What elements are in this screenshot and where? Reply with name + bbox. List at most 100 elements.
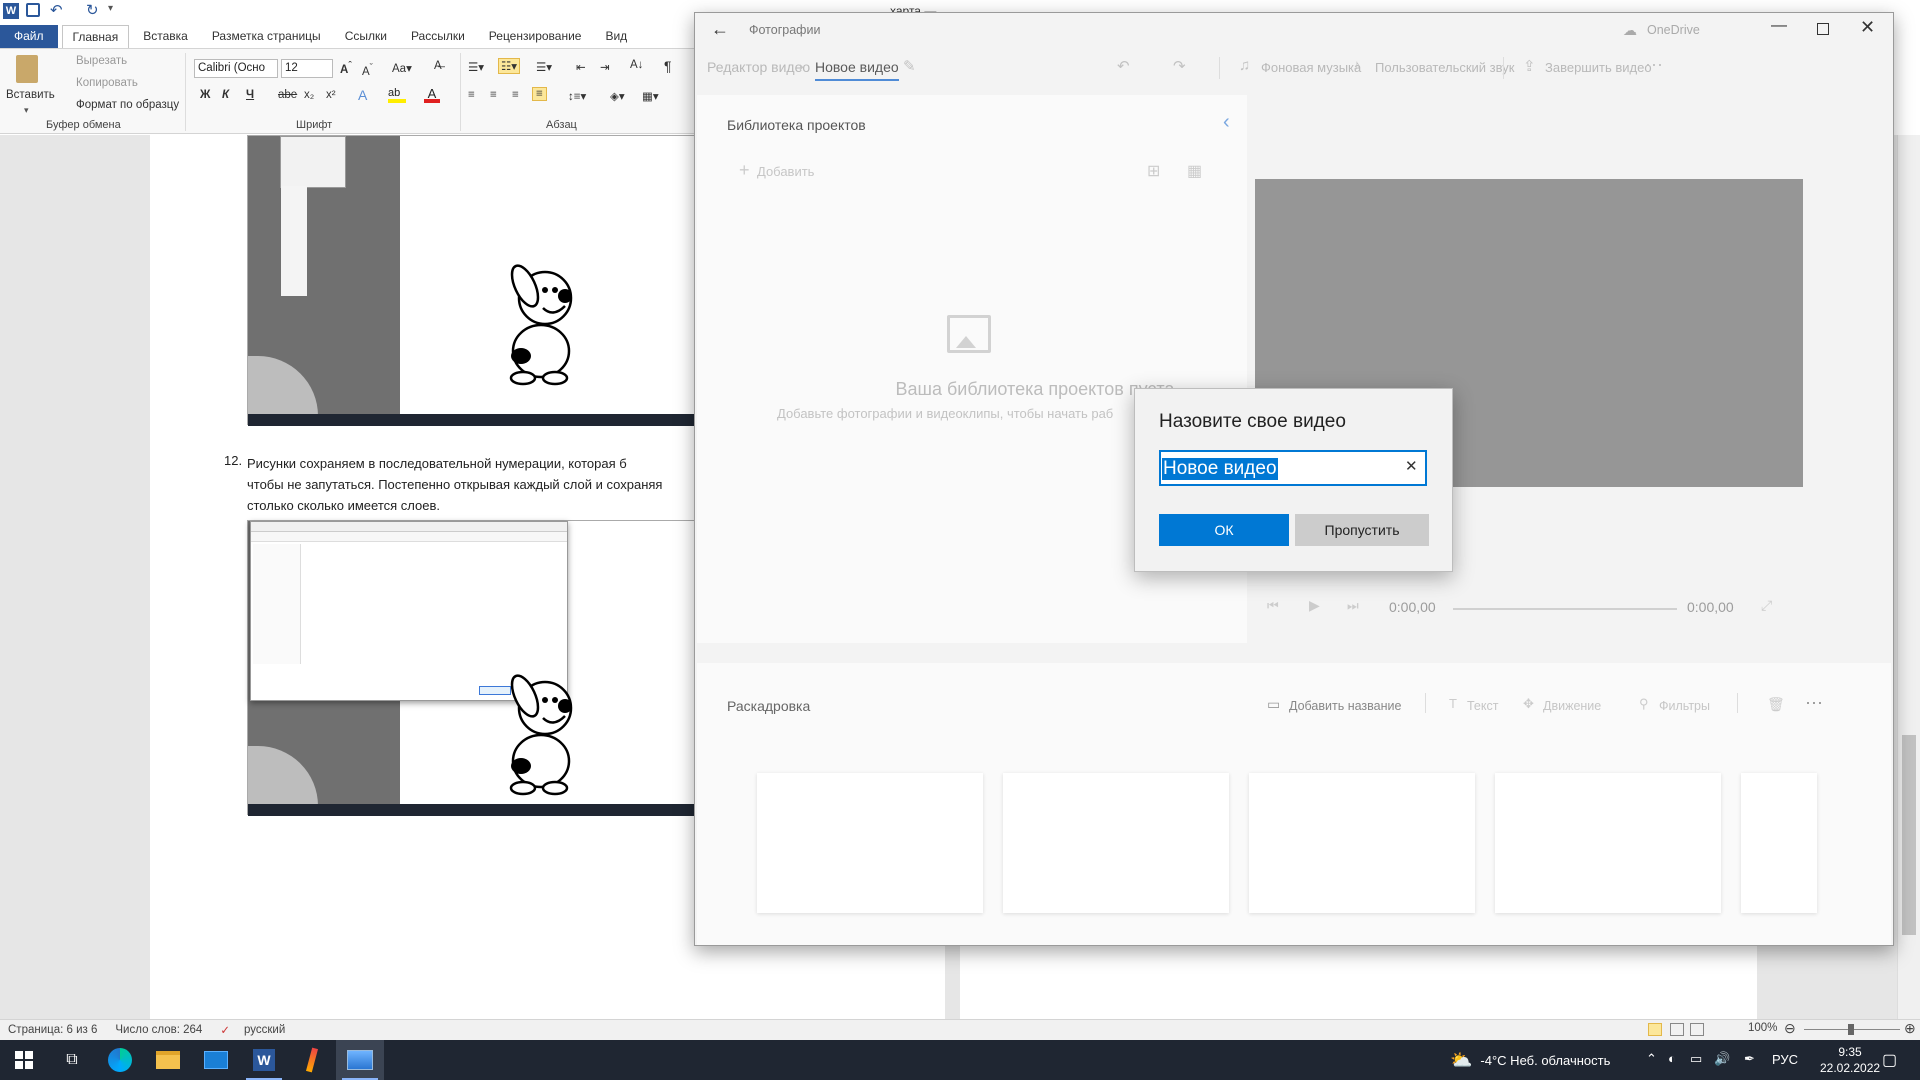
storyboard-slot[interactable] [757,773,983,913]
storyboard-slot[interactable] [1003,773,1229,913]
tab-file[interactable]: Файл [0,25,58,48]
add-title-card-button[interactable]: Добавить название [1289,699,1401,713]
storyboard-slot[interactable] [1741,773,1817,913]
align-left-icon[interactable]: ≡ [468,89,475,101]
start-button[interactable] [0,1040,48,1080]
zoom-slider-handle[interactable] [1848,1024,1854,1035]
add-media-button[interactable]: Добавить [757,164,814,179]
decrease-indent-icon[interactable]: ⇤ [576,60,586,74]
proofing-icon[interactable]: ✓ [220,1023,230,1037]
font-color-icon[interactable]: A [424,86,440,103]
text-icon[interactable]: T [1449,696,1457,711]
document-paragraph[interactable]: Рисунки сохраняем в последовательной нум… [247,453,717,516]
background-music-button[interactable]: Фоновая музыка [1261,60,1361,75]
notifications-icon[interactable]: ▢ [1882,1050,1897,1070]
superscript-icon[interactable]: x² [326,89,336,101]
storyboard-slot[interactable] [1249,773,1475,913]
network-icon[interactable]: ▭ [1690,1051,1702,1067]
seek-bar[interactable] [1453,608,1677,610]
sort-icon[interactable]: A↓ [630,59,643,71]
increase-indent-icon[interactable]: ⇥ [600,60,610,74]
onedrive-label[interactable]: OneDrive [1647,23,1700,37]
custom-audio-button[interactable]: Пользовательский звук [1375,60,1514,75]
tab-review[interactable]: Рецензирование [479,25,592,48]
font-size-box[interactable]: 12 [281,59,333,78]
tab-mailings[interactable]: Рассылки [401,25,475,48]
paste-button[interactable]: Вставить [6,89,55,101]
taskbar-edge[interactable] [96,1040,144,1080]
close-icon[interactable]: ✕ [1860,17,1875,38]
scrollbar-thumb[interactable] [1902,735,1916,935]
motion-button[interactable]: Движение [1543,699,1601,713]
ok-button[interactable]: ОК [1159,514,1289,546]
shading-icon[interactable]: ◈▾ [610,89,625,103]
text-effects-icon[interactable]: A [358,87,367,103]
breadcrumb-video-editor[interactable]: Редактор видео [707,59,810,75]
change-case-icon[interactable]: Aa▾ [392,61,412,75]
title-card-icon[interactable]: ▭ [1267,696,1280,713]
back-arrow-icon[interactable]: ← [711,19,729,40]
bullets-icon[interactable]: ☰▾ [468,60,484,74]
grid-view-large-icon[interactable]: ⊞ [1147,161,1160,181]
redo-icon[interactable]: ↻ [86,1,99,19]
page-count[interactable]: Страница: 6 из 6 [8,1024,97,1036]
word-count[interactable]: Число слов: 264 [115,1024,202,1036]
breadcrumb-new-video[interactable]: Новое видео [815,59,899,81]
language-status[interactable]: русский [244,1024,285,1036]
clear-formatting-icon[interactable]: A̶ [434,60,442,72]
task-view-button[interactable]: ⧉ [48,1040,96,1080]
italic-icon[interactable]: К [222,89,229,101]
volume-icon[interactable]: 🔊 [1714,1051,1730,1067]
more-options-icon[interactable]: ⋯ [1645,55,1663,76]
collapse-chevron-icon[interactable]: ‹ [1223,111,1230,134]
taskbar-explorer[interactable] [144,1040,192,1080]
clear-input-icon[interactable]: ✕ [1405,457,1418,475]
taskbar-mail[interactable] [192,1040,240,1080]
zoom-out-icon[interactable]: ⊖ [1784,1020,1796,1037]
customize-qat-icon[interactable]: ▾ [108,3,113,14]
export-icon[interactable]: ⇪ [1523,57,1536,75]
vertical-scrollbar[interactable] [1897,135,1920,1020]
line-spacing-icon[interactable]: ↕≡▾ [568,89,586,103]
zoom-in-icon[interactable]: ⊕ [1904,1020,1916,1037]
rename-pencil-icon[interactable]: ✎ [903,57,916,75]
format-painter-button[interactable]: Формат по образцу [76,99,179,111]
cut-button[interactable]: Вырезать [76,55,127,67]
storyboard-slot[interactable] [1495,773,1721,913]
save-icon[interactable] [26,3,40,17]
numbering-icon[interactable]: ☷▾ [498,58,521,74]
finish-video-button[interactable]: Завершить видео [1545,60,1652,75]
weather-widget[interactable]: ⛅ -4°C Неб. облачность [1450,1040,1610,1080]
video-name-input[interactable]: Новое видео ✕ [1159,450,1427,486]
maximize-icon[interactable] [1817,23,1829,35]
align-right-icon[interactable]: ≡ [512,89,519,101]
zoom-level[interactable]: 100% [1748,1022,1777,1034]
play-icon[interactable]: ▶ [1309,597,1320,614]
taskbar-word[interactable]: W [240,1040,288,1080]
underline-icon[interactable]: Ч [246,89,254,101]
clock[interactable]: 9:35 22.02.2022 [1820,1044,1880,1076]
taskbar-photos[interactable] [336,1040,384,1080]
tab-page-layout[interactable]: Разметка страницы [202,25,331,48]
text-button[interactable]: Текст [1467,699,1498,713]
undo-icon[interactable]: ↶ [50,1,63,19]
bold-icon[interactable]: Ж [200,89,210,101]
undo-icon[interactable]: ↶ [1117,57,1130,75]
highlight-icon[interactable]: ab [388,87,406,103]
strikethrough-icon[interactable]: abe [278,89,297,101]
paste-icon[interactable] [16,55,38,83]
tray-app-icon[interactable]: ◐ [1668,1051,1676,1066]
show-hidden-icons-icon[interactable]: ⌃ [1646,1051,1657,1067]
skip-button[interactable]: Пропустить [1295,514,1429,546]
taskbar-paint[interactable] [288,1040,336,1080]
next-frame-icon[interactable]: ⏭ [1347,598,1359,614]
tab-view[interactable]: Вид [595,25,637,48]
paste-dropdown-icon[interactable]: ▾ [24,105,29,116]
print-layout-icon[interactable] [1648,1023,1662,1036]
font-name-box[interactable]: Calibri (Осно [194,59,278,78]
custom-audio-icon[interactable]: ♪ [1353,57,1361,74]
filters-button[interactable]: Фильтры [1659,699,1710,713]
subscript-icon[interactable]: x₂ [304,89,314,101]
music-note-icon[interactable]: ♫ [1239,57,1250,74]
grow-font-icon[interactable]: Aˆ [340,60,352,76]
